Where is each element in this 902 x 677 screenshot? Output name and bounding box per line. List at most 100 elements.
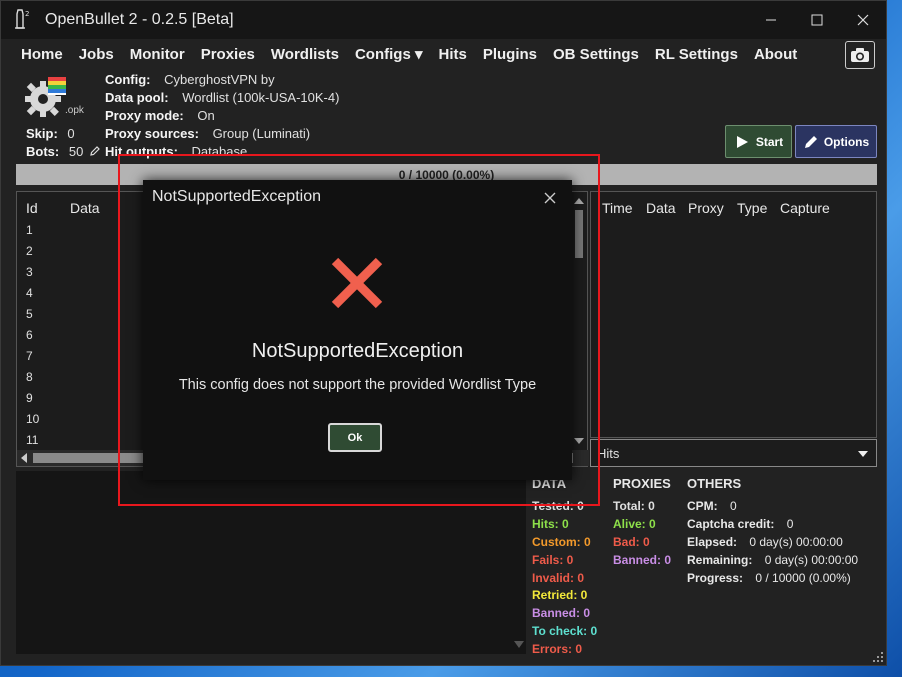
menu-ob-settings[interactable]: OB Settings [553,46,639,63]
config-extension: .opk [65,105,84,116]
menu-about[interactable]: About [754,46,797,63]
proxymode-info: Proxy mode: On [105,108,215,123]
stat-fails: Fails: 0 [532,553,574,567]
edit-bots-icon[interactable] [89,145,101,157]
table-row[interactable]: 2 [26,244,33,258]
stat-proxy-total: Total: 0 [613,499,655,513]
menu-wordlists[interactable]: Wordlists [271,46,339,63]
menu-jobs[interactable]: Jobs [79,46,114,63]
config-gear-icon [25,75,69,119]
stat-remaining: Remaining: 0 day(s) 00:00:00 [687,553,858,567]
camera-icon [851,48,869,62]
stat-tocheck: To check: 0 [532,624,598,638]
stat-cpm: CPM: 0 [687,499,737,513]
menu-monitor[interactable]: Monitor [130,46,185,63]
table-row[interactable]: 7 [26,349,33,363]
stat-errors: Errors: 0 [532,642,583,656]
datapool-value: Wordlist (100k-USA-10K-4) [182,90,340,105]
options-button[interactable]: Options [795,125,877,158]
col-time-header[interactable]: Time [602,200,633,216]
datapool-label: Data pool: [105,90,169,105]
table-row[interactable]: 11 [26,433,38,447]
start-button[interactable]: Start [725,125,792,158]
skip-label: Skip: [26,126,58,141]
openbullet-logo-icon: 2 [11,8,31,32]
proxysources-info: Proxy sources: Group (Luminati) [105,126,310,141]
error-dialog: NotSupportedException NotSupportedExcept… [143,180,572,480]
col-data-header[interactable]: Data [646,200,676,216]
menu-rl-settings[interactable]: RL Settings [655,46,738,63]
stat-invalid: Invalid: 0 [532,571,585,585]
stat-captcha: Captcha credit: 0 [687,517,793,531]
menu-plugins[interactable]: Plugins [483,46,537,63]
stats-others-heading: OTHERS [687,476,742,491]
hits-select-value: Hits [597,445,620,461]
proxymode-value: On [197,108,215,123]
bots-info: Bots: 50 [26,144,101,159]
error-x-icon [331,257,383,309]
stat-progress: Progress: 0 / 10000 (0.00%) [687,571,851,585]
skip-info: Skip: 0 [26,126,75,141]
stat-proxy-alive: Alive: 0 [613,517,656,531]
cpm-label: CPM: [687,499,718,513]
stat-banned: Banned: 0 [532,606,591,620]
captcha-value: 0 [786,517,794,531]
pencil-icon [804,135,817,148]
remaining-value: 0 day(s) 00:00:00 [764,553,859,567]
col-id-header[interactable]: Id [26,200,38,216]
menu-configs[interactable]: Configs ▾ [355,45,423,63]
table-row[interactable]: 3 [26,265,33,279]
main-menu: Home Jobs Monitor Proxies Wordlists Conf… [1,39,886,69]
captcha-label: Captcha credit: [687,517,775,531]
stats-proxies-heading: PROXIES [613,476,671,491]
maximize-button[interactable] [794,1,840,39]
config-label: Config: [105,72,151,87]
chevron-down-icon [858,451,868,457]
hits-grid[interactable]: Time Data Proxy Type Capture [590,191,877,438]
progress-label: Progress: [687,571,744,585]
elapsed-label: Elapsed: [687,535,738,549]
minimize-button[interactable] [748,1,794,39]
table-row[interactable]: 1 [26,223,33,237]
hits-type-select[interactable]: Hits [590,439,877,467]
datapool-info: Data pool: Wordlist (100k-USA-10K-4) [105,90,339,105]
ok-button[interactable]: Ok [328,423,382,452]
stat-proxy-banned: Banned: 0 [613,553,672,567]
table-row[interactable]: 5 [26,307,33,321]
play-icon [736,135,748,148]
window-title: OpenBullet 2 - 0.2.5 [Beta] [45,11,234,28]
screenshot-button[interactable] [845,41,875,69]
dialog-heading: NotSupportedException [251,340,464,362]
elapsed-value: 0 day(s) 00:00:00 [749,535,843,549]
table-row[interactable]: 9 [26,391,33,405]
table-row[interactable]: 4 [26,286,33,300]
proxysources-label: Proxy sources: [105,126,199,141]
dialog-message: This config does not support the provide… [178,377,537,393]
progress-value: 0 / 10000 (0.00%) [755,571,851,585]
col-data-header[interactable]: Data [70,200,100,216]
table-row[interactable]: 8 [26,370,33,384]
dialog-close-icon[interactable] [544,186,556,209]
remaining-label: Remaining: [687,553,753,567]
stat-hits: Hits: 0 [532,517,569,531]
resize-grip-icon[interactable] [872,651,884,663]
config-info: Config: CyberghostVPN by [105,72,275,87]
col-capture-header[interactable]: Capture [780,200,830,216]
svg-text:2: 2 [25,10,29,18]
menu-hits[interactable]: Hits [439,46,467,63]
close-button[interactable] [840,1,886,39]
log-scroll-down-icon[interactable] [514,641,524,649]
config-value: CyberghostVPN by [164,72,275,87]
table-row[interactable]: 6 [26,328,33,342]
cpm-value: 0 [730,499,737,513]
menu-proxies[interactable]: Proxies [201,46,255,63]
table-row[interactable]: 10 [26,412,39,426]
menu-home[interactable]: Home [21,46,63,63]
start-label: Start [755,134,784,149]
col-proxy-header[interactable]: Proxy [688,200,724,216]
proxymode-label: Proxy mode: [105,108,184,123]
col-type-header[interactable]: Type [737,200,767,216]
dialog-title: NotSupportedException [152,188,321,205]
title-bar: 2 OpenBullet 2 - 0.2.5 [Beta] [1,1,886,39]
bots-label: Bots: [26,144,60,159]
